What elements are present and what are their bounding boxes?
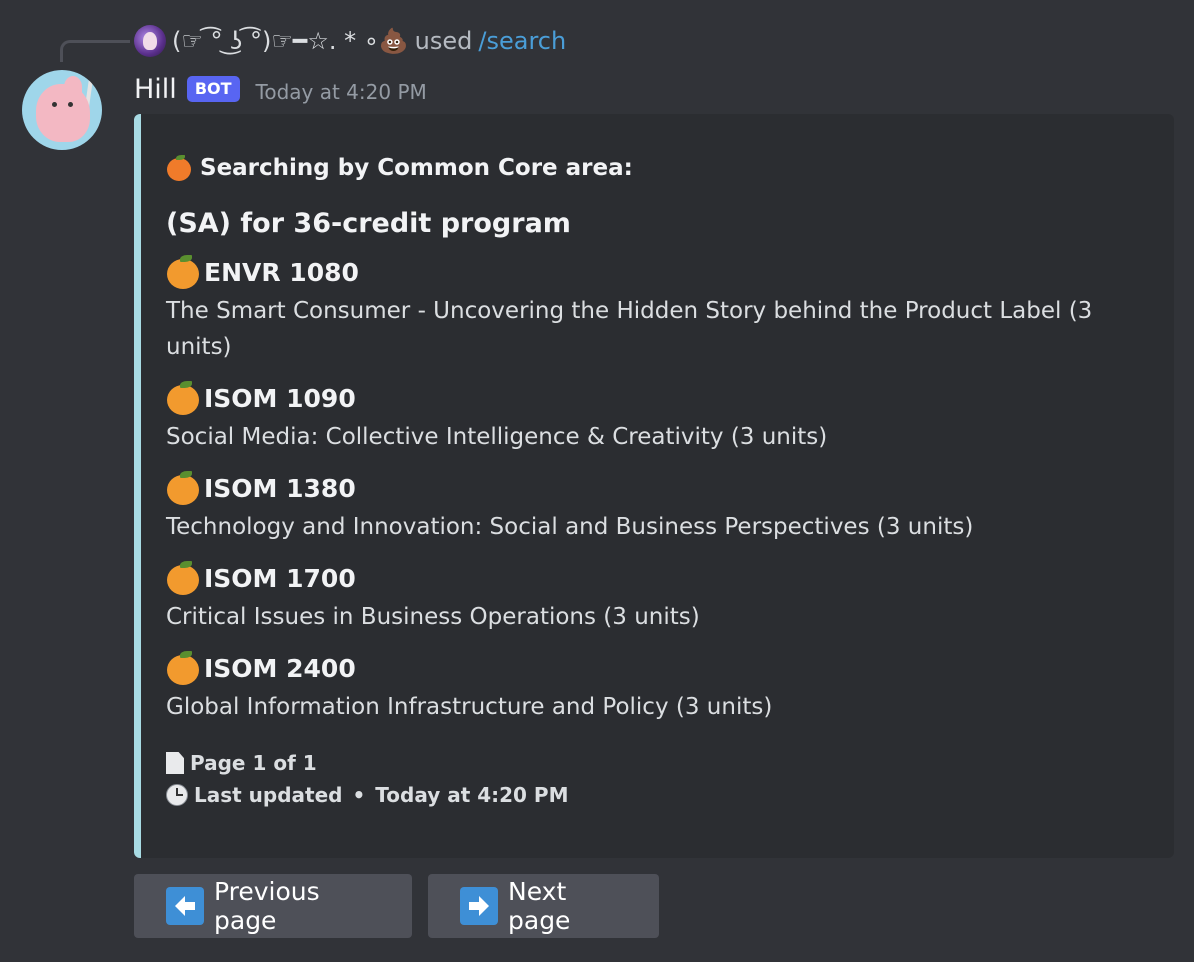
course-item: ISOM 2400 Global Information Infrastruct…: [166, 649, 1144, 725]
course-code-row: ISOM 1380: [166, 469, 1144, 507]
course-description: Critical Issues in Business Operations (…: [166, 604, 700, 630]
next-page-label: Next page: [508, 877, 571, 935]
command-link[interactable]: /search: [478, 27, 566, 55]
course-item: ISOM 1090 Social Media: Collective Intel…: [166, 379, 1144, 455]
course-code-row: ISOM 1090: [166, 379, 1144, 417]
course-code: ISOM 1700: [204, 563, 356, 593]
embed-author-text: Searching by Common Core area:: [200, 155, 633, 181]
chat-message: (☞ ͡° ͜ʖ ͡°)☞━☆. * ∘💩 used /search Hill …: [0, 0, 1194, 962]
course-item: ISOM 1380 Technology and Innovation: Soc…: [166, 469, 1144, 545]
course-code: ISOM 2400: [204, 653, 356, 683]
course-description: Global Information Infrastructure and Po…: [166, 694, 773, 720]
course-code: ISOM 1380: [204, 473, 356, 503]
message-timestamp[interactable]: Today at 4:20 PM: [256, 80, 427, 104]
message-header: Hill BOT Today at 4:20 PM: [134, 70, 427, 108]
tangerine-icon: [166, 381, 200, 415]
bot-username[interactable]: Hill: [134, 74, 177, 105]
previous-page-button[interactable]: Previous page: [134, 874, 412, 938]
left-arrow-icon: [166, 887, 204, 925]
last-updated: Last updated • Today at 4:20 PM: [166, 779, 1144, 811]
command-reply-header[interactable]: (☞ ͡° ͜ʖ ͡°)☞━☆. * ∘💩 used /search: [134, 24, 566, 58]
right-arrow-icon: [460, 887, 498, 925]
embed-title: (SA) for 36-credit program: [166, 208, 571, 239]
embed-author: Searching by Common Core area:: [166, 150, 1144, 186]
tangerine-icon: [166, 561, 200, 595]
bot-avatar[interactable]: [22, 70, 102, 150]
course-item: ENVR 1080 The Smart Consumer - Uncoverin…: [166, 253, 1144, 365]
last-updated-time: Today at 4:20 PM: [375, 783, 569, 807]
embed-footer: Page 1 of 1 Last updated • Today at 4:20…: [166, 747, 1144, 811]
course-item: ISOM 1700 Critical Issues in Business Op…: [166, 559, 1144, 635]
course-description: Social Media: Collective Intelligence & …: [166, 424, 828, 450]
course-code: ISOM 1090: [204, 383, 356, 413]
course-description: The Smart Consumer - Uncovering the Hidd…: [166, 298, 1093, 360]
clock-icon: [166, 784, 188, 806]
tangerine-icon: [166, 155, 192, 181]
last-updated-label: Last updated: [194, 783, 343, 807]
course-description: Technology and Innovation: Social and Bu…: [166, 514, 974, 540]
page-indicator-text: Page 1 of 1: [190, 751, 317, 775]
page-icon: [166, 752, 184, 774]
bot-badge: BOT: [186, 76, 240, 102]
next-page-button[interactable]: Next page: [428, 874, 659, 938]
course-code-row: ISOM 2400: [166, 649, 1144, 687]
reply-username[interactable]: (☞ ͡° ͜ʖ ͡°)☞━☆. * ∘💩: [172, 27, 409, 55]
tangerine-icon: [166, 255, 200, 289]
course-code-row: ISOM 1700: [166, 559, 1144, 597]
page-indicator: Page 1 of 1: [166, 747, 1144, 779]
user-avatar[interactable]: [134, 25, 166, 57]
course-code-row: ENVR 1080: [166, 253, 1144, 291]
course-code: ENVR 1080: [204, 257, 359, 287]
embed-card: Searching by Common Core area: (SA) for …: [134, 114, 1174, 858]
reply-used-label: used: [414, 27, 473, 55]
tangerine-icon: [166, 471, 200, 505]
reply-connector: [60, 40, 130, 62]
previous-page-label: Previous page: [214, 877, 320, 935]
separator-dot: •: [352, 783, 366, 807]
tangerine-icon: [166, 651, 200, 685]
